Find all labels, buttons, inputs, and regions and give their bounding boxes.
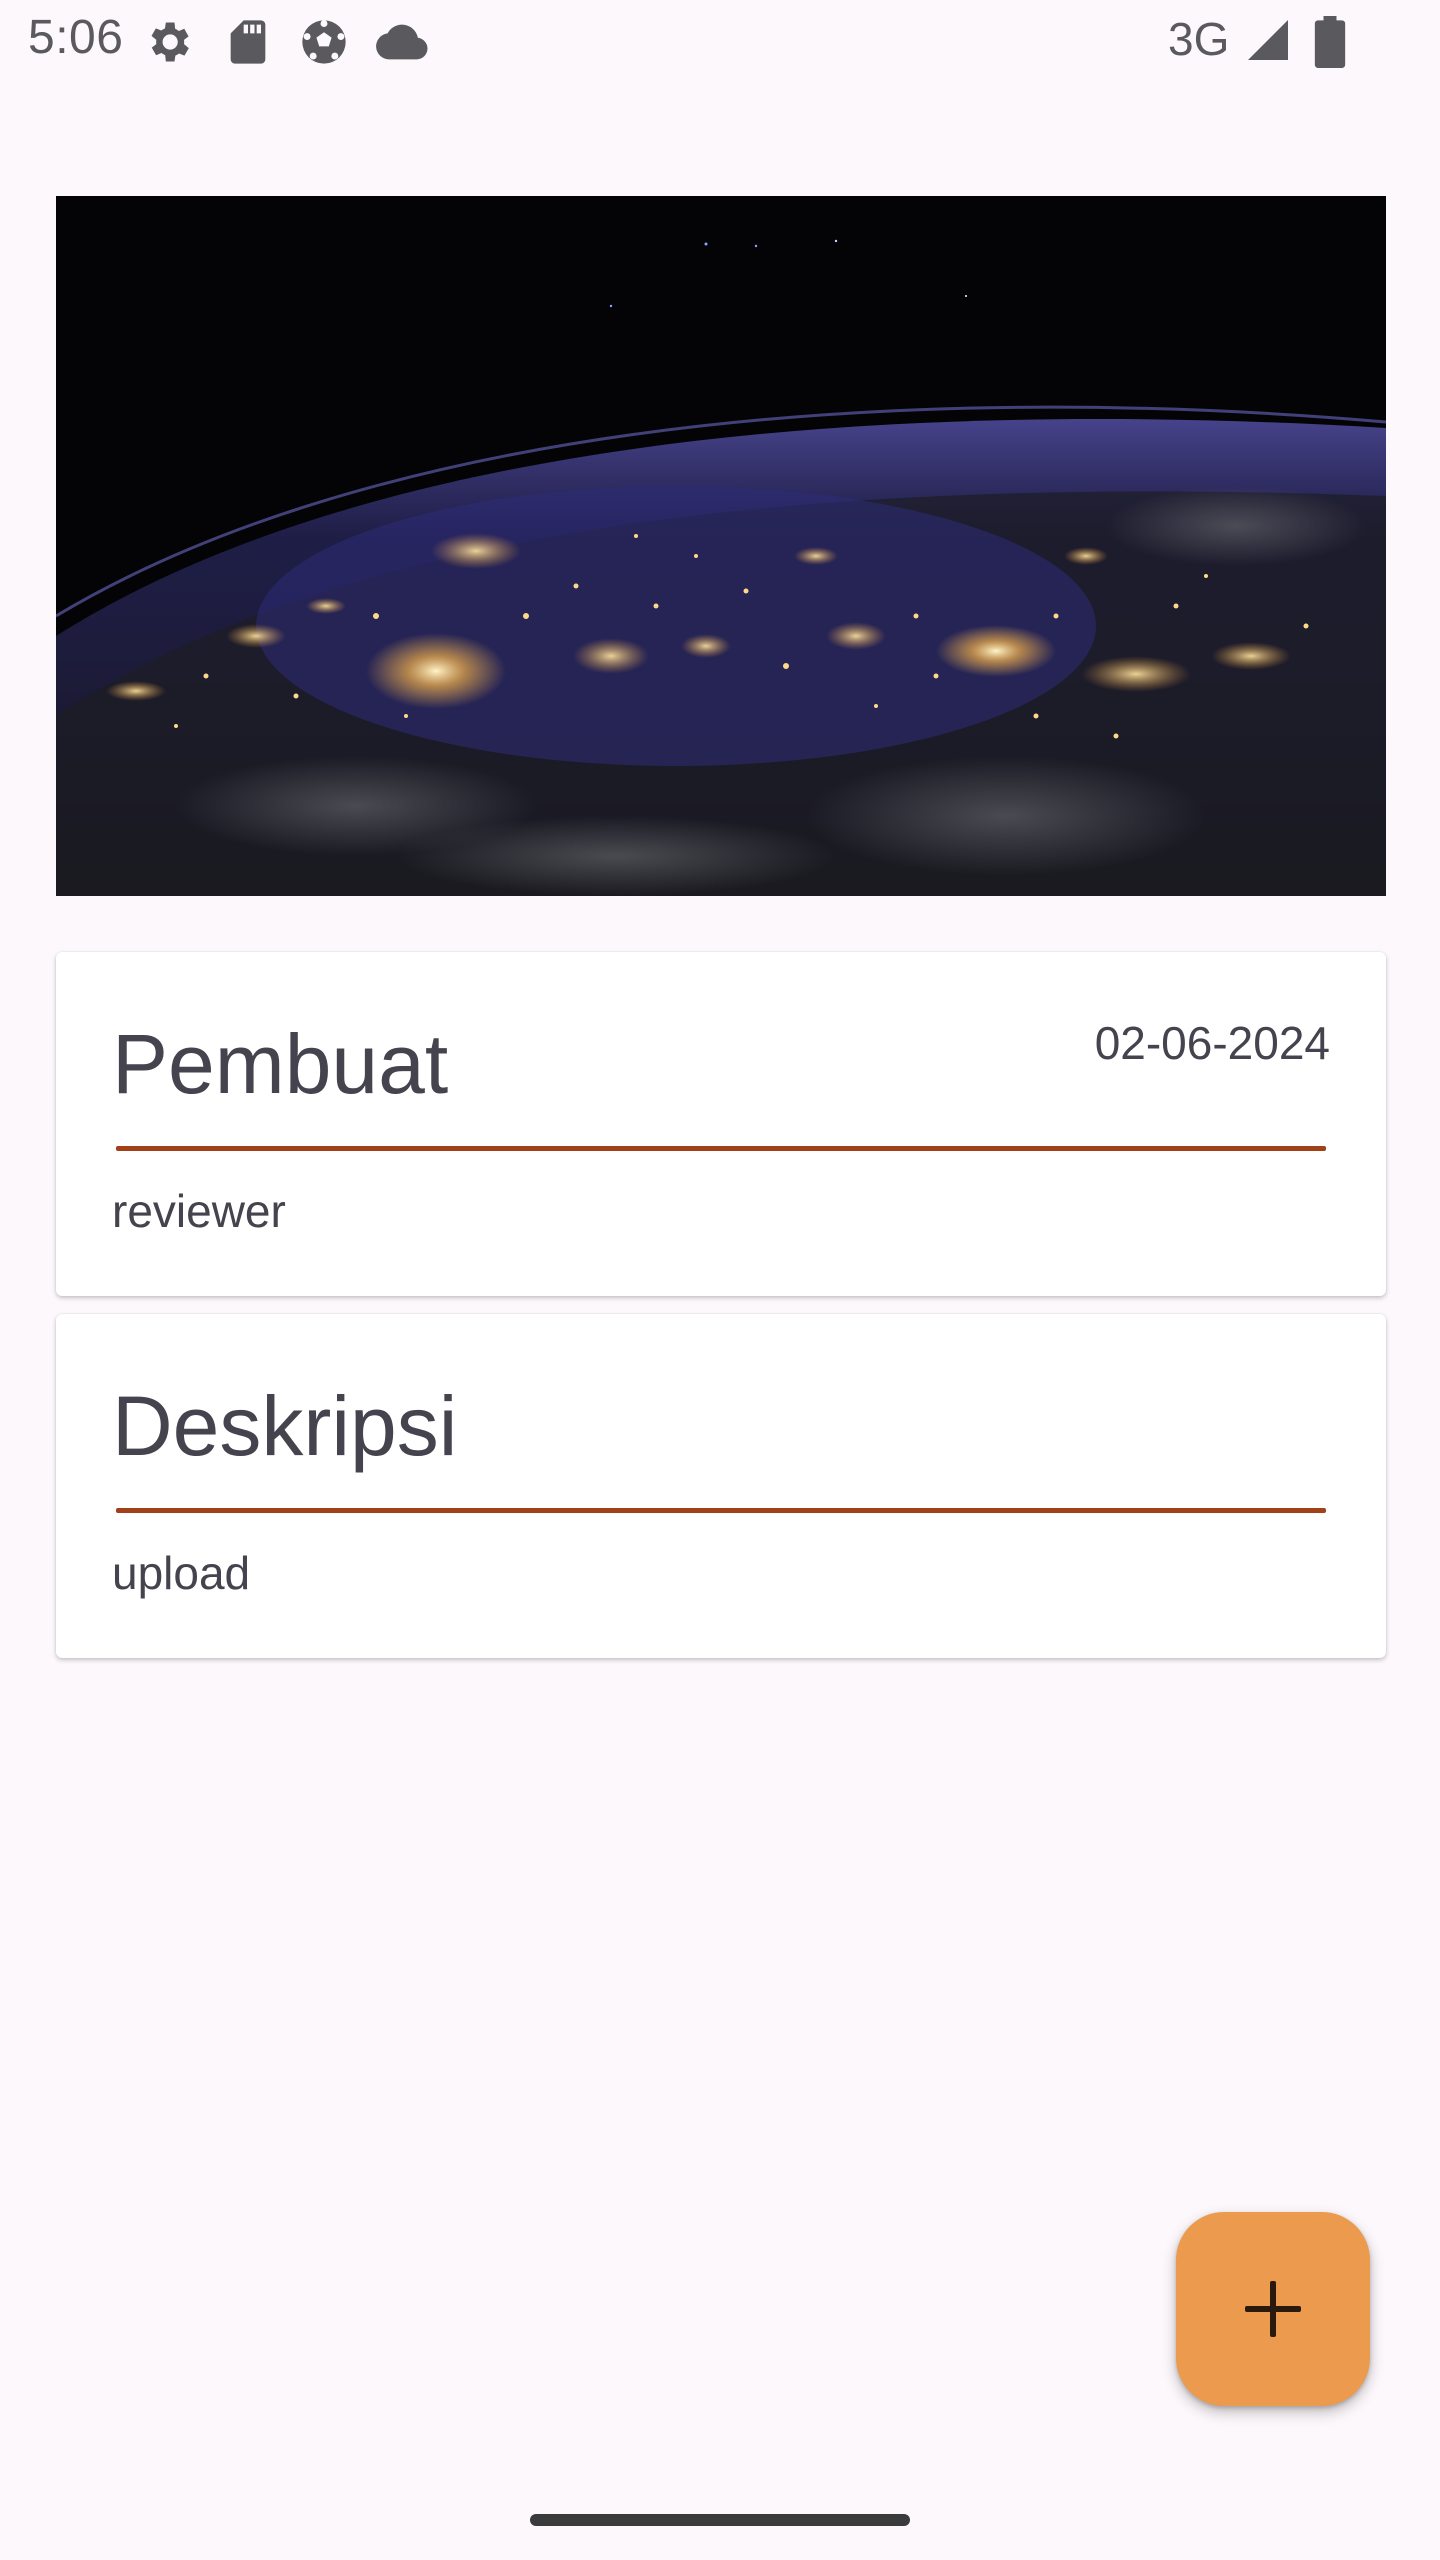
status-time: 5:06	[28, 11, 124, 64]
description-value: upload	[112, 1547, 251, 1599]
cloud-icon	[376, 24, 428, 60]
description-title: Deskripsi	[112, 1379, 458, 1473]
description-card: Deskripsi upload	[56, 1314, 1386, 1658]
soccer-ball-icon	[302, 20, 346, 64]
earth-at-night-image	[56, 196, 1386, 896]
battery-icon	[1314, 16, 1346, 68]
add-fab-button[interactable]	[1176, 2212, 1370, 2406]
creator-value: reviewer	[112, 1185, 286, 1237]
description-divider	[116, 1508, 1326, 1513]
creator-divider	[116, 1146, 1326, 1151]
plus-icon	[1245, 2281, 1301, 2337]
gesture-nav-bar[interactable]	[530, 2514, 910, 2526]
hero-image	[56, 196, 1386, 896]
status-bar: 5:06 3G	[0, 0, 1440, 84]
signal-icon	[1248, 20, 1288, 60]
settings-gear-icon	[151, 22, 189, 62]
network-type: 3G	[1168, 13, 1230, 65]
creator-title: Pembuat	[112, 1017, 449, 1111]
sd-card-icon	[230, 20, 266, 64]
creator-card: Pembuat 02-06-2024 reviewer	[56, 952, 1386, 1296]
creator-date: 02-06-2024	[1094, 1017, 1330, 1069]
